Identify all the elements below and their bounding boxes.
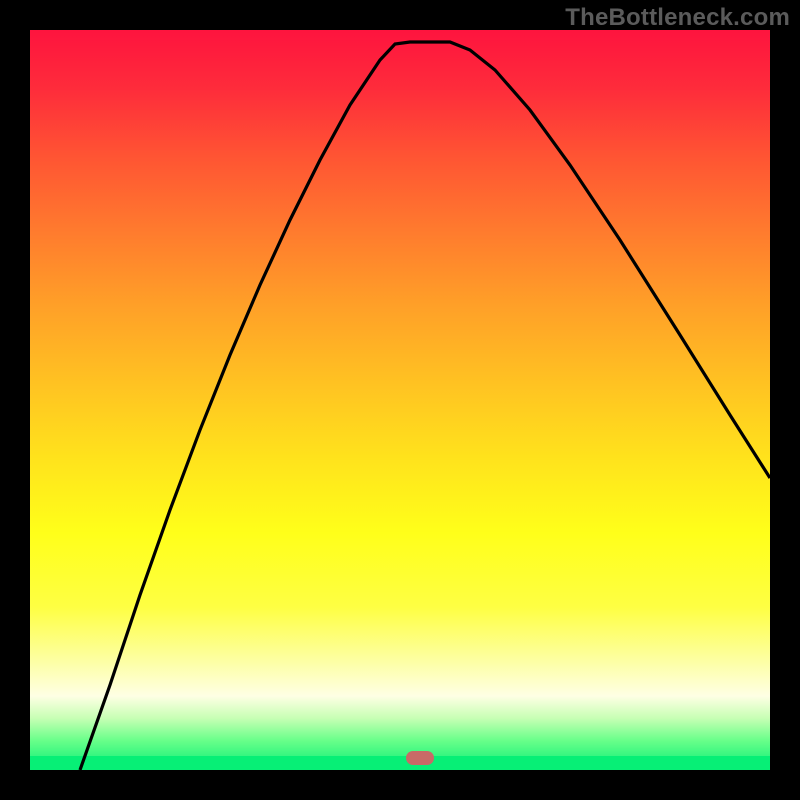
target-marker	[406, 751, 434, 765]
watermark-text: TheBottleneck.com	[565, 4, 790, 32]
chart-frame: TheBottleneck.com	[0, 0, 800, 800]
plot-area	[30, 30, 770, 770]
bottleneck-curve	[30, 30, 770, 770]
